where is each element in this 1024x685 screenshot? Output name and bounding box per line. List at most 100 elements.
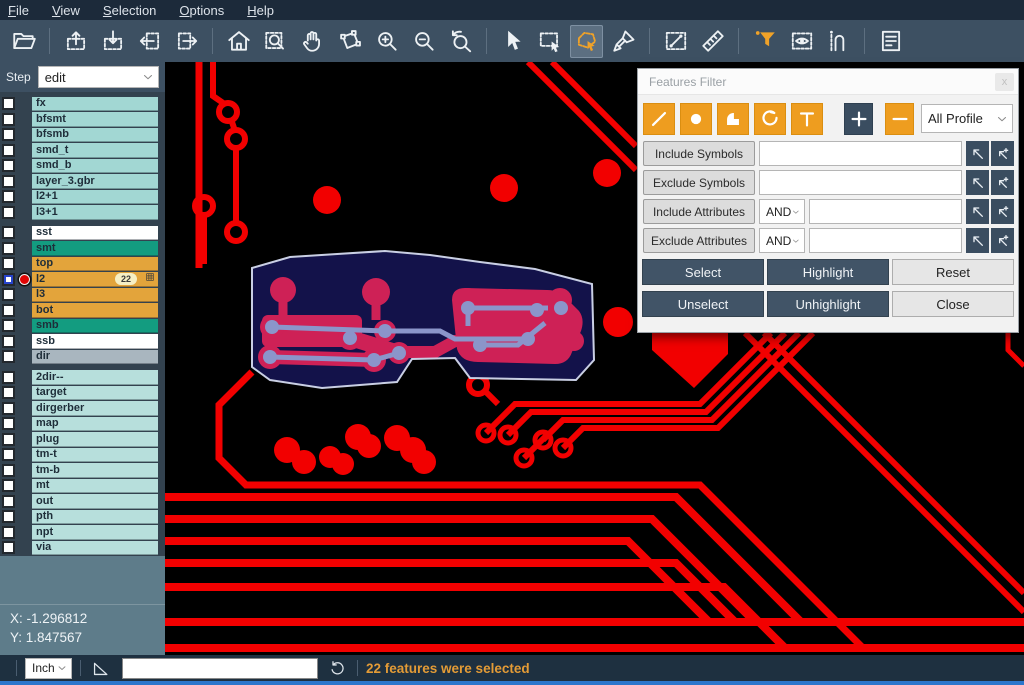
toolbar-clear-highlight-button[interactable] bbox=[607, 25, 640, 58]
pick-from-screen-button[interactable] bbox=[966, 228, 989, 253]
layer-name[interactable]: l3 bbox=[32, 288, 158, 303]
layer-row-pth[interactable]: pth bbox=[0, 509, 165, 525]
layer-name[interactable]: map bbox=[32, 417, 158, 432]
layer-checkbox[interactable] bbox=[2, 335, 15, 348]
menu-help[interactable]: Help bbox=[247, 3, 274, 18]
toolbar-ruler-button[interactable] bbox=[696, 25, 729, 58]
layer-row-top[interactable]: top bbox=[0, 256, 165, 272]
toolbar-pan-left-button[interactable] bbox=[133, 25, 166, 58]
layer-checkbox[interactable] bbox=[2, 319, 15, 332]
filter-add-button[interactable] bbox=[844, 103, 873, 135]
layer-row-smd_b[interactable]: smd_b bbox=[0, 158, 165, 174]
filter-value-input[interactable] bbox=[809, 199, 962, 224]
layer-checkbox[interactable] bbox=[2, 479, 15, 492]
layer-name[interactable]: pth bbox=[32, 510, 158, 525]
layer-checkbox[interactable] bbox=[2, 464, 15, 477]
layer-name[interactable]: dir bbox=[32, 350, 158, 365]
filter-label-button[interactable]: Include Symbols bbox=[643, 141, 755, 166]
layer-row-l3[interactable]: l3 bbox=[0, 287, 165, 303]
layer-row-target[interactable]: target bbox=[0, 385, 165, 401]
filter-label-button[interactable]: Exclude Symbols bbox=[643, 170, 755, 195]
command-input[interactable] bbox=[122, 658, 318, 679]
layer-row-smb[interactable]: smb bbox=[0, 318, 165, 334]
pick-from-screen-button[interactable] bbox=[966, 141, 989, 166]
layer-checkbox[interactable] bbox=[2, 206, 15, 219]
layer-name[interactable]: top bbox=[32, 257, 158, 272]
close-icon[interactable]: x bbox=[995, 73, 1014, 91]
layer-name[interactable]: l222 bbox=[32, 272, 158, 287]
pick-from-screen-button[interactable] bbox=[966, 170, 989, 195]
layer-row-tm-b[interactable]: tm-b bbox=[0, 463, 165, 479]
filter-surface-tool-button[interactable] bbox=[717, 103, 749, 135]
layer-checkbox[interactable] bbox=[2, 144, 15, 157]
layer-row-dir[interactable]: dir bbox=[0, 349, 165, 365]
corner-ruler-icon[interactable] bbox=[91, 659, 110, 678]
layer-row-l2+1[interactable]: l2+1 bbox=[0, 189, 165, 205]
operator-dropdown[interactable]: AND bbox=[759, 228, 805, 253]
pick-add-button[interactable] bbox=[991, 170, 1014, 195]
layer-name[interactable]: layer_3.gbr bbox=[32, 174, 158, 189]
layer-row-via[interactable]: via bbox=[0, 540, 165, 556]
layer-checkbox[interactable] bbox=[2, 190, 15, 203]
menu-options[interactable]: Options bbox=[179, 3, 224, 18]
layer-row-smt[interactable]: smt bbox=[0, 241, 165, 257]
toolbar-home-view-button[interactable] bbox=[222, 25, 255, 58]
layer-name[interactable]: l3+1 bbox=[32, 205, 158, 220]
menu-file[interactable]: File bbox=[8, 3, 29, 18]
toolbar-zoom-in-button[interactable] bbox=[370, 25, 403, 58]
layer-name[interactable]: smt bbox=[32, 241, 158, 256]
layer-checkbox[interactable] bbox=[2, 433, 15, 446]
step-dropdown[interactable]: edit bbox=[38, 66, 159, 88]
toolbar-polygon-select-button[interactable] bbox=[570, 25, 603, 58]
layer-name[interactable]: smb bbox=[32, 319, 158, 334]
layer-checkbox[interactable] bbox=[2, 273, 15, 286]
pick-from-screen-button[interactable] bbox=[966, 199, 989, 224]
toolbar-pan-down-button[interactable] bbox=[96, 25, 129, 58]
layer-checkbox[interactable] bbox=[2, 350, 15, 363]
layer-name[interactable]: dirgerber bbox=[32, 401, 158, 416]
layer-name[interactable]: bfsmb bbox=[32, 128, 158, 143]
layer-checkbox[interactable] bbox=[2, 97, 15, 110]
select-button[interactable]: Select bbox=[642, 259, 764, 285]
layer-checkbox[interactable] bbox=[2, 386, 15, 399]
layer-name[interactable]: bfsmt bbox=[32, 112, 158, 127]
layer-name[interactable]: tm-b bbox=[32, 463, 158, 478]
layer-checkbox[interactable] bbox=[2, 402, 15, 415]
layer-row-l2[interactable]: l222 bbox=[0, 272, 165, 288]
toolbar-features-filter-button[interactable] bbox=[748, 25, 781, 58]
layer-row-smd_t[interactable]: smd_t bbox=[0, 143, 165, 159]
close-button[interactable]: Close bbox=[892, 291, 1014, 317]
toolbar-pan-up-button[interactable] bbox=[59, 25, 92, 58]
toolbar-zoom-selection-button[interactable] bbox=[333, 25, 366, 58]
layer-name[interactable]: 2dir-- bbox=[32, 370, 158, 385]
layer-row-out[interactable]: out bbox=[0, 494, 165, 510]
dialog-title-bar[interactable]: Features Filter x bbox=[638, 69, 1018, 95]
layer-row-sst[interactable]: sst bbox=[0, 225, 165, 241]
layer-checkbox[interactable] bbox=[2, 242, 15, 255]
operator-dropdown[interactable]: AND bbox=[759, 199, 805, 224]
filter-pad-tool-button[interactable] bbox=[680, 103, 712, 135]
layer-name[interactable]: mt bbox=[32, 479, 158, 494]
filter-value-input[interactable] bbox=[759, 141, 962, 166]
reset-button[interactable]: Reset bbox=[892, 259, 1014, 285]
toolbar-view-options-button[interactable] bbox=[785, 25, 818, 58]
filter-line-tool-button[interactable] bbox=[643, 103, 675, 135]
filter-value-input[interactable] bbox=[759, 170, 962, 195]
layer-row-tm-t[interactable]: tm-t bbox=[0, 447, 165, 463]
toolbar-pan-right-button[interactable] bbox=[170, 25, 203, 58]
layer-row-bfsmt[interactable]: bfsmt bbox=[0, 112, 165, 128]
layer-checkbox[interactable] bbox=[2, 113, 15, 126]
layer-checkbox[interactable] bbox=[2, 304, 15, 317]
layer-table-button[interactable] bbox=[141, 272, 155, 285]
unit-dropdown[interactable]: Inch bbox=[25, 658, 72, 679]
layer-name[interactable]: ssb bbox=[32, 334, 158, 349]
filter-label-button[interactable]: Exclude Attributes bbox=[643, 228, 755, 253]
layer-name[interactable]: via bbox=[32, 541, 158, 556]
pick-add-button[interactable] bbox=[991, 228, 1014, 253]
toolbar-net-trace-button[interactable] bbox=[822, 25, 855, 58]
layer-row-plug[interactable]: plug bbox=[0, 432, 165, 448]
layer-checkbox[interactable] bbox=[2, 371, 15, 384]
layer-row-npt[interactable]: npt bbox=[0, 525, 165, 541]
filter-label-button[interactable]: Include Attributes bbox=[643, 199, 755, 224]
toolbar-measure-distance-button[interactable] bbox=[659, 25, 692, 58]
